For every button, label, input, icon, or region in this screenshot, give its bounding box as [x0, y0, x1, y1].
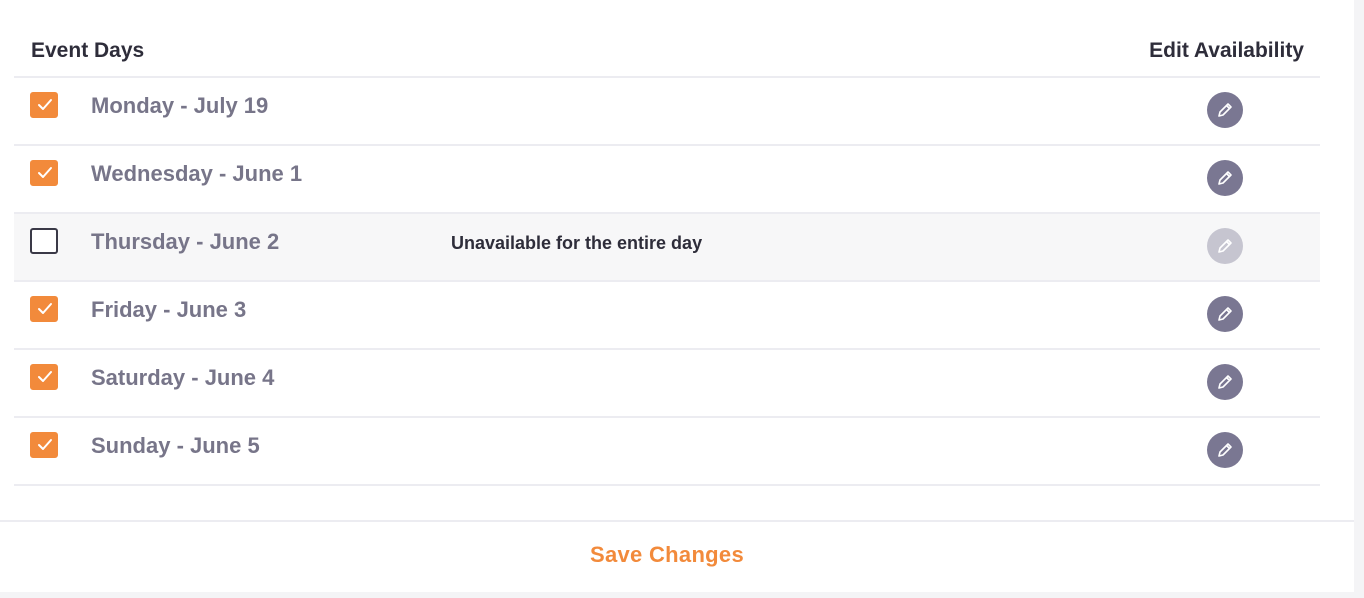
header-event-days: Event Days: [31, 39, 145, 62]
day-checkbox-thursday[interactable]: [30, 228, 58, 254]
pencil-icon: [1218, 307, 1232, 321]
header-edit-availability: Edit Availability: [1149, 39, 1304, 62]
day-checkbox-wednesday[interactable]: [30, 160, 58, 186]
edit-availability-button-sunday[interactable]: [1207, 432, 1243, 468]
day-row-thursday: Thursday - June 2 Unavailable for the en…: [14, 214, 1320, 282]
day-checkbox-friday[interactable]: [30, 296, 58, 322]
day-label: Friday - June 3: [91, 297, 247, 322]
edit-availability-button-thursday: [1207, 228, 1243, 264]
pencil-icon: [1218, 171, 1232, 185]
table-header: Event Days Edit Availability: [14, 26, 1320, 78]
day-status: Unavailable for the entire day: [451, 233, 703, 253]
pencil-icon: [1218, 239, 1232, 253]
day-label: Saturday - June 4: [91, 365, 275, 390]
panel-footer: Save Changes: [0, 520, 1354, 592]
check-icon: [38, 303, 52, 314]
edit-availability-button-saturday[interactable]: [1207, 364, 1243, 400]
day-checkbox-sunday[interactable]: [30, 432, 58, 458]
day-row-saturday: Saturday - June 4: [14, 350, 1320, 418]
day-row-sunday: Sunday - June 5: [14, 418, 1320, 486]
save-changes-button[interactable]: Save Changes: [0, 542, 1334, 568]
day-label: Sunday - June 5: [91, 433, 260, 458]
event-days-table: Event Days Edit Availability Monday - Ju…: [14, 26, 1320, 486]
check-icon: [38, 439, 52, 450]
day-label: Wednesday - June 1: [91, 161, 303, 186]
edit-availability-button-friday[interactable]: [1207, 296, 1243, 332]
day-checkbox-monday[interactable]: [30, 92, 58, 118]
day-label: Thursday - June 2: [91, 229, 280, 254]
day-row-friday: Friday - June 3: [14, 282, 1320, 350]
pencil-icon: [1218, 443, 1232, 457]
check-icon: [38, 99, 52, 110]
pencil-icon: [1218, 103, 1232, 117]
day-checkbox-saturday[interactable]: [30, 364, 58, 390]
day-label: Monday - July 19: [91, 93, 269, 118]
check-icon: [38, 167, 52, 178]
edit-availability-button-monday[interactable]: [1207, 92, 1243, 128]
day-row-monday: Monday - July 19: [14, 78, 1320, 146]
pencil-icon: [1218, 375, 1232, 389]
day-row-wednesday: Wednesday - June 1: [14, 146, 1320, 214]
check-icon: [38, 371, 52, 382]
availability-panel: Event Days Edit Availability Monday - Ju…: [0, 0, 1354, 592]
edit-availability-button-wednesday[interactable]: [1207, 160, 1243, 196]
